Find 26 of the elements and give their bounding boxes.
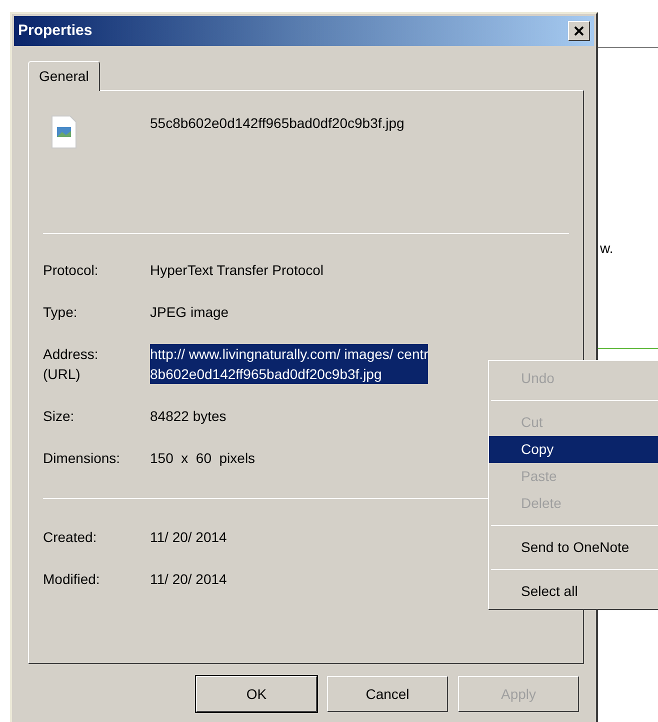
property-value: JPEG image [150,303,229,322]
property-label: Dimensions: [43,449,122,468]
window-title: Properties [18,20,92,41]
property-label: Modified: [43,570,101,589]
property-label: Created: [43,528,98,547]
dialog-button[interactable]: Cancel [327,676,448,712]
close-icon [574,26,584,36]
property-value: HyperText Transfer Protocol [150,261,324,280]
file-name: 55c8b602e0d142ff965bad0df20c9b3f.jpg [150,114,404,133]
image-file-icon [51,115,77,149]
property-value: 84822 bytes [150,407,226,426]
menu-item[interactable]: Send to OneNote [489,534,658,561]
close-button[interactable] [568,21,590,41]
property-label: Address: (URL) [43,345,100,384]
property-value: 11/ 20/ 2014 [150,570,227,589]
dialog-button[interactable]: OK [196,676,317,712]
tab[interactable]: General [28,61,100,91]
property-label: Protocol: [43,261,100,280]
property-label: Type: [43,303,78,322]
menu-item[interactable]: Copy [489,436,658,463]
property-label: Size: [43,407,76,426]
property-value: http:// www.livingnaturally.com/ images/ centr 8b602e0d142ff965bad0df20c9b3f.jpg [150,344,428,384]
page-text: w. [600,239,614,258]
menu-item[interactable]: Select all [489,578,658,605]
property-value: 150 x 60 pixels [150,449,256,468]
property-value: 11/ 20/ 2014 [150,528,227,547]
